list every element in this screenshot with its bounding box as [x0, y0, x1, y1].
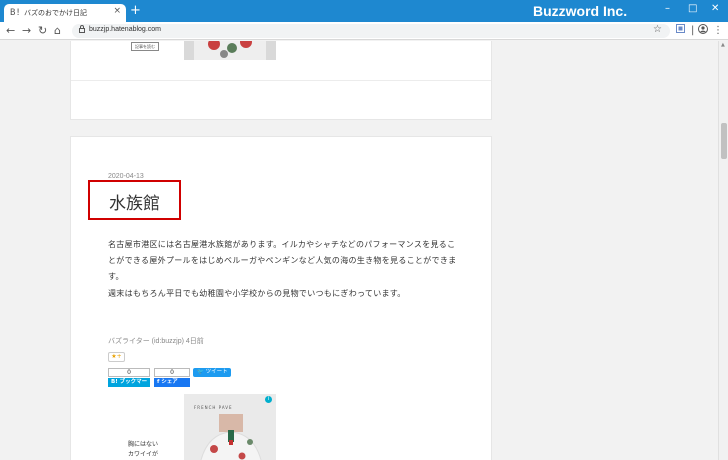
twitter-bird-icon: 🐦 — [197, 369, 204, 375]
ad-brand: FRENCH PAVE — [194, 405, 233, 410]
post-paragraph: 週末はもちろん平日でも幼稚園や小学校からの見物でいつもにぎわっています。 — [108, 289, 406, 298]
advertisement[interactable]: 胸にはない カワイイが FRENCH PAVE i — [108, 394, 276, 460]
share-count: 0 — [154, 368, 190, 377]
ad-copy: 胸にはない カワイイが — [128, 441, 159, 458]
read-more-button[interactable]: 記事を読む — [131, 42, 159, 51]
hatena-bookmark-button[interactable]: B! ブックマーク — [108, 378, 150, 394]
forward-button[interactable]: → — [22, 23, 31, 39]
tweet-label: ツイート — [205, 369, 228, 375]
page-content: 記事を読む 2020-04-13 水族館 名古屋市港区には名古屋港水族館がありま… — [0, 41, 718, 460]
tweet-button[interactable]: 🐦 ツイート — [193, 368, 231, 377]
separator: | — [691, 25, 695, 36]
ad-info-icon[interactable]: i — [265, 396, 272, 403]
new-tab-button[interactable]: + — [130, 3, 141, 19]
facebook-share-button[interactable]: f シェア — [154, 378, 190, 387]
tab-close-icon[interactable]: × — [113, 6, 121, 16]
scrollbar-thumb[interactable] — [721, 123, 727, 159]
ad-photo: FRENCH PAVE i — [184, 394, 276, 460]
divider — [71, 80, 491, 81]
url-text: buzzjp.hatenablog.com — [89, 26, 161, 33]
extension-icon[interactable] — [676, 24, 685, 38]
hatena-blog-icon: B! — [10, 8, 21, 18]
previous-post-card: 記事を読む — [70, 41, 492, 120]
add-star-button[interactable]: ★+ — [108, 352, 125, 362]
post-title[interactable]: 水族館 — [109, 189, 160, 214]
lock-icon — [79, 25, 85, 35]
address-bar[interactable]: buzzjp.hatenablog.com ☆ — [72, 24, 670, 38]
menu-kebab-icon[interactable]: ⋮ — [713, 24, 723, 38]
browser-tab[interactable]: B! バズのおでかけ日記 × — [4, 4, 126, 22]
blog-post-card: 2020-04-13 水族館 名古屋市港区には名古屋港水族館があります。イルカや… — [70, 136, 492, 460]
close-window-button[interactable]: ✕ — [711, 3, 719, 15]
post-date[interactable]: 2020-04-13 — [108, 173, 144, 180]
post-paragraph: 名古屋市港区には名古屋港水族館があります。イルカやシャチなどのパフォーマンスを見… — [108, 240, 457, 281]
browser-toolbar: ← → ↻ ⌂ buzzjp.hatenablog.com ☆ | ⋮ — [0, 22, 728, 40]
back-button[interactable]: ← — [6, 23, 15, 39]
maximize-button[interactable]: □ — [688, 3, 697, 15]
tab-title: バズのおでかけ日記 — [24, 9, 87, 17]
bookmark-count: 0 — [108, 368, 150, 377]
home-button[interactable]: ⌂ — [54, 23, 61, 39]
scroll-up-icon[interactable]: ▲ — [721, 42, 725, 48]
minimize-button[interactable]: – — [665, 3, 670, 15]
previous-ad-image[interactable] — [184, 41, 276, 60]
reload-button[interactable]: ↻ — [38, 23, 47, 39]
browser-titlebar: B! バズのおでかけ日記 × + Buzzword Inc. – □ ✕ — [0, 0, 728, 22]
vertical-scrollbar[interactable]: ▲ — [718, 41, 728, 460]
brand-watermark: Buzzword Inc. — [533, 3, 628, 19]
post-author[interactable]: バズライター (id:buzzjp) 4日前 — [108, 336, 204, 346]
bookmark-star-icon[interactable]: ☆ — [653, 24, 662, 35]
profile-avatar-icon[interactable] — [698, 24, 708, 39]
